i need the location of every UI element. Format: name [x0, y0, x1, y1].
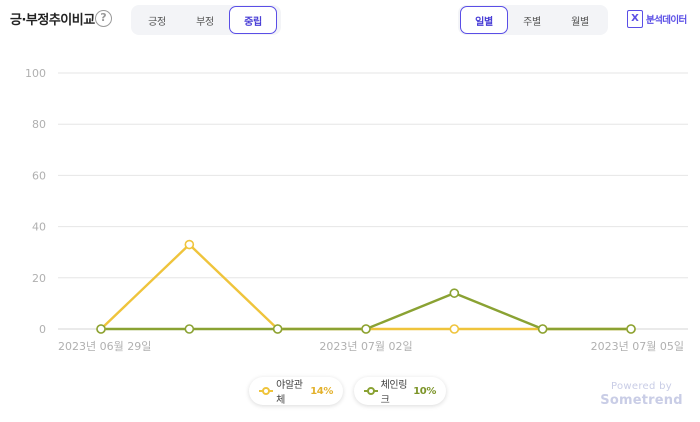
data-point-series-1 [449, 324, 460, 334]
y-tick-label: 60 [32, 169, 46, 182]
x-tick-label: 2023년 06월 29일 [58, 339, 151, 353]
data-point-series-2 [361, 324, 371, 334]
data-point-series-2 [184, 324, 195, 334]
legend-item-series-2[interactable]: 체인링크 10% [354, 377, 446, 406]
legend-label-series-2: 체인링크 [380, 380, 408, 406]
data-point-series-2 [449, 288, 460, 298]
legend-share-series-2: 10% [413, 385, 436, 397]
x-tick-label: 2023년 07월 02일 [319, 339, 412, 353]
legend-item-series-1[interactable]: 야알관체 14% [249, 377, 343, 406]
data-point-series-2 [272, 324, 283, 334]
y-tick-label: 0 [39, 323, 46, 336]
powered-by-logo: Powered by Sometrend [594, 381, 689, 408]
y-tick-label: 40 [32, 221, 46, 234]
y-tick-label: 80 [32, 118, 46, 131]
data-point-series-2 [626, 324, 636, 334]
brand-logo-text: Sometrend [600, 393, 683, 408]
data-point-series-1 [184, 239, 195, 250]
legend-label-series-1: 야알관체 [276, 380, 303, 406]
y-tick-label: 20 [32, 272, 46, 285]
powered-by-text: Powered by [611, 381, 672, 392]
series-line-2 [101, 291, 631, 331]
series-line-1 [100, 243, 631, 331]
legend-marker-series-2 [364, 386, 378, 396]
y-tick-label: 100 [25, 67, 46, 80]
line-chart: 0 20 40 60 80 100 2023년 06월 29일 2023년 07월 02일 20… [25, 67, 688, 353]
data-point-series-2 [96, 324, 106, 334]
legend-share-series-1: 14% [310, 385, 333, 397]
legend-marker-series-1 [259, 386, 273, 396]
x-tick-label: 2023년 07월 05일 [591, 339, 684, 353]
data-point-series-2 [537, 324, 548, 334]
